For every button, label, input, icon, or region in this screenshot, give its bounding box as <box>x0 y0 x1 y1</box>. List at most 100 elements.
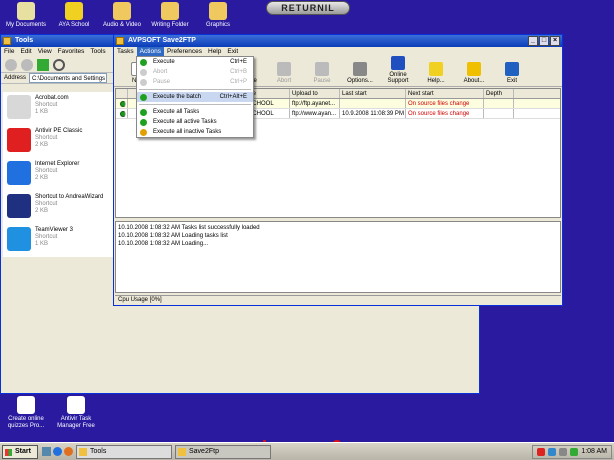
taskbar-item-tools[interactable]: Tools <box>76 444 172 459</box>
column-header[interactable]: Last start <box>340 89 406 98</box>
active-status-icon <box>119 111 126 117</box>
menu-item-label: Execute all inactive Tasks <box>153 129 222 135</box>
actions-menu-item[interactable]: Execute all Tasks <box>137 107 253 117</box>
actions-menu-item[interactable]: Execute Ctrl+E <box>137 57 253 67</box>
actions-menu-item[interactable]: Abort Ctrl+B <box>137 67 253 77</box>
app-icon <box>116 37 124 45</box>
toolbar-label: About... <box>463 78 485 84</box>
item-type: Shortcut <box>35 168 58 174</box>
item-name: Internet Explorer <box>35 161 80 167</box>
status-cell <box>116 99 128 108</box>
actions-menu-item[interactable]: Pause Ctrl+P <box>137 77 253 87</box>
start-button[interactable]: Start <box>2 444 38 459</box>
menu-item-shortcut: Ctrl+Alt+E <box>219 94 247 100</box>
toolbar-abort-button[interactable]: Abort <box>266 62 302 86</box>
actions-menu-item[interactable]: Execute all inactive Tasks <box>137 127 253 137</box>
list-item[interactable]: Antivir PE Classic Shortcut 2 KB <box>3 125 113 158</box>
explorer-title: Tools <box>15 37 34 44</box>
actions-menu-item[interactable]: Execute the batch Ctrl+Alt+E <box>137 92 253 102</box>
quicklaunch-desktop-icon[interactable] <box>42 447 51 456</box>
desktop-icon[interactable]: Graphics <box>192 2 244 29</box>
shortcut-icon <box>7 161 31 185</box>
toolbar-label: Abort <box>276 78 292 84</box>
toolbar-help-button[interactable]: Help... <box>418 62 454 86</box>
taskbar-item-save2ftp[interactable]: Save2Ftp <box>175 444 271 459</box>
returnil-tray-icon[interactable] <box>570 447 579 456</box>
log-panel: 10.10.2008 1:08:32 AM Tasks list success… <box>115 221 561 293</box>
depth-cell <box>484 99 514 108</box>
toolbar-online-support-button[interactable]: Online Support <box>380 56 416 86</box>
toolbar-icon <box>505 62 519 76</box>
menu-item-label: Execute all active Tasks <box>153 119 217 125</box>
toolbar-icon <box>429 62 443 76</box>
explorer-file-list: Acrobat.com Shortcut 1 KB Antivir PE Classi… <box>3 92 113 257</box>
column-header[interactable]: Depth <box>484 89 514 98</box>
explorer-menu-favorites[interactable]: Favorites <box>55 47 88 57</box>
up-folder-icon[interactable] <box>37 58 49 71</box>
toolbar-exit-button[interactable]: Exit <box>494 62 530 86</box>
desktop-icon-label: Create online quizzes Pro... <box>7 416 45 429</box>
app-titlebar[interactable]: AVPSOFT Save2FTP _ □ × <box>114 35 562 47</box>
toolbar-label: Help... <box>427 78 445 84</box>
toolbar-about-button[interactable]: About... <box>456 62 492 86</box>
app-icon <box>178 447 186 456</box>
toolbar-label: Online Support <box>387 72 409 84</box>
search-icon[interactable] <box>53 58 65 71</box>
item-size: 2 KB <box>35 142 49 148</box>
address-input[interactable]: C:\Documents and Settings <box>29 73 108 83</box>
item-name: Antivir PE Classic <box>35 128 83 134</box>
close-button[interactable]: × <box>550 36 560 46</box>
desktop-icon-label: Graphics <box>205 22 230 28</box>
menu-separator <box>139 89 251 90</box>
maximize-button[interactable]: □ <box>539 36 549 46</box>
desktop-icon[interactable]: Antivir Task Manager Free <box>50 396 102 430</box>
desktop-icon[interactable]: Audio & Video <box>96 2 148 29</box>
active-status-icon <box>119 101 126 107</box>
upload-cell: ftp://www.ayan... <box>290 109 340 118</box>
toolbar-icon <box>467 62 481 76</box>
item-type: Shortcut <box>35 201 58 207</box>
explorer-menu-tools[interactable]: Tools <box>87 47 108 57</box>
item-size: 2 KB <box>35 175 49 181</box>
menu-item-label: Pause <box>153 79 171 85</box>
menu-tasks[interactable]: Tasks <box>114 47 137 57</box>
actions-menu-item[interactable]: Execute all active Tasks <box>137 117 253 127</box>
volume-icon[interactable] <box>559 447 568 456</box>
column-header[interactable] <box>116 89 128 98</box>
quicklaunch-firefox-icon[interactable] <box>64 447 73 456</box>
explorer-menu-file[interactable]: File <box>1 47 17 57</box>
desktop-icon[interactable]: Writing Folder <box>144 2 196 29</box>
menu-item-icon <box>140 129 147 136</box>
menu-item-shortcut: Ctrl+P <box>230 79 247 85</box>
next-start-cell: On source files change <box>406 99 484 108</box>
folder-icon <box>3 37 11 45</box>
column-header[interactable]: Next start <box>406 89 484 98</box>
menu-item-icon <box>140 109 147 116</box>
last-start-cell <box>340 99 406 108</box>
minimize-button[interactable]: _ <box>528 36 538 46</box>
back-icon[interactable] <box>5 58 17 71</box>
desktop-icon[interactable]: AYA School <box>48 2 100 29</box>
quicklaunch-ie-icon[interactable] <box>53 447 62 456</box>
list-item[interactable]: Acrobat.com Shortcut 1 KB <box>3 92 113 125</box>
desktop-icon[interactable]: Create online quizzes Pro... <box>0 396 52 430</box>
desktop-icon[interactable]: My Documents <box>0 2 52 29</box>
shield-icon[interactable] <box>537 447 546 456</box>
network-icon[interactable] <box>548 447 557 456</box>
toolbar-icon <box>391 56 405 70</box>
toolbar-options-button[interactable]: Options... <box>342 62 378 86</box>
folder-icon <box>209 2 227 20</box>
returnil-button[interactable]: RETURNIL <box>266 1 350 15</box>
explorer-menu-view[interactable]: View <box>35 47 55 57</box>
folder-docs-icon <box>17 2 35 20</box>
column-header[interactable]: Upload to <box>290 89 340 98</box>
explorer-menu-edit[interactable]: Edit <box>17 47 34 57</box>
list-item[interactable]: Shortcut to AndreaWizard Shortcut 2 KB <box>3 191 113 224</box>
forward-icon[interactable] <box>21 58 33 71</box>
toolbar-pause-button[interactable]: Pause <box>304 62 340 86</box>
list-item[interactable]: TeamViewer 3 Shortcut 1 KB <box>3 224 113 257</box>
shortcut-icon <box>7 95 31 119</box>
item-size: 1 KB <box>35 241 49 247</box>
toolbar-icon <box>315 62 329 76</box>
list-item[interactable]: Internet Explorer Shortcut 2 KB <box>3 158 113 191</box>
